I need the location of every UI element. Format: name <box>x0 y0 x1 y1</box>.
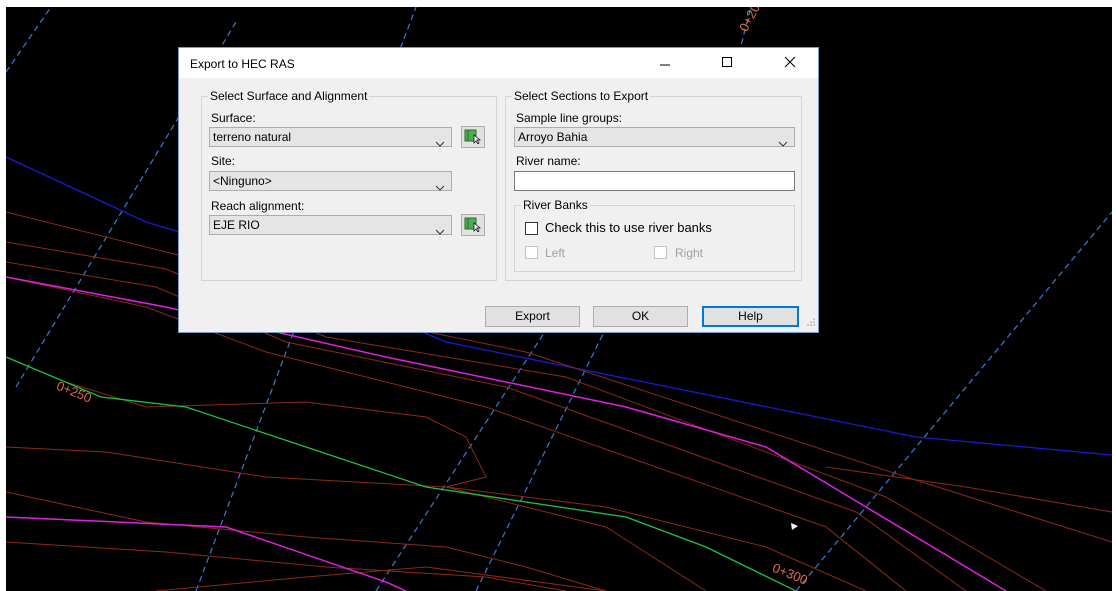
contour-line <box>6 491 607 591</box>
maximize-icon <box>721 56 733 71</box>
surface-alignment-legend: Select Surface and Alignment <box>208 89 370 103</box>
green-alignment <box>6 356 797 591</box>
export-hec-ras-dialog: Export to HEC RAS Select Surface and Ali… <box>178 47 819 333</box>
right-bank-checkbox[interactable] <box>654 246 667 259</box>
chevron-down-icon <box>778 134 788 152</box>
contour-line <box>6 446 707 591</box>
pick-alignment-button[interactable] <box>461 214 485 236</box>
chevron-down-icon <box>435 222 445 240</box>
use-river-banks-label[interactable]: Check this to use river banks <box>545 221 712 235</box>
sample-line-groups-combo[interactable]: Arroyo Bahia <box>514 127 795 147</box>
river-banks-legend: River Banks <box>521 198 590 212</box>
minimize-icon <box>659 56 671 71</box>
close-icon <box>784 56 796 71</box>
contour-line <box>825 466 1112 513</box>
surface-value: terreno natural <box>213 130 292 144</box>
river-name-label: River name: <box>516 154 581 168</box>
surface-label: Surface: <box>211 111 256 125</box>
sample-line-groups-label: Sample line groups: <box>516 111 623 125</box>
station-line <box>795 211 1112 591</box>
surface-combo[interactable]: terreno natural <box>209 127 452 147</box>
chevron-down-icon <box>435 134 445 152</box>
station-line <box>6 7 52 73</box>
reach-alignment-combo[interactable]: EJE RIO <box>209 215 452 235</box>
left-bank-label: Left <box>545 246 566 260</box>
contour-line <box>65 381 867 591</box>
reach-alignment-label: Reach alignment: <box>211 199 305 213</box>
right-bank-label: Right <box>675 246 704 260</box>
chevron-down-icon <box>435 178 445 196</box>
left-bank-checkbox[interactable] <box>525 246 538 259</box>
site-value: <Ninguno> <box>213 174 272 188</box>
export-button[interactable]: Export <box>485 306 580 327</box>
reach-alignment-value: EJE RIO <box>213 218 260 232</box>
close-button[interactable] <box>767 48 813 78</box>
maximize-button[interactable] <box>704 48 750 78</box>
pick-from-drawing-icon <box>464 128 482 147</box>
use-river-banks-checkbox[interactable] <box>525 222 538 235</box>
river-banks-group: River Banks <box>514 198 795 272</box>
small-marker <box>791 523 798 530</box>
pick-surface-button[interactable] <box>461 126 485 148</box>
minimize-button[interactable] <box>642 48 688 78</box>
contour-line <box>6 541 567 591</box>
dialog-titlebar[interactable]: Export to HEC RAS <box>179 48 818 78</box>
help-button[interactable]: Help <box>702 306 799 327</box>
site-label: Site: <box>211 154 236 168</box>
resize-grip-icon[interactable] <box>807 316 816 330</box>
site-combo[interactable]: <Ninguno> <box>209 171 452 191</box>
sample-line-groups-value: Arroyo Bahia <box>518 130 588 144</box>
sections-export-legend: Select Sections to Export <box>512 89 651 103</box>
river-name-input[interactable] <box>514 171 795 191</box>
dialog-title: Export to HEC RAS <box>190 57 295 71</box>
ok-button[interactable]: OK <box>593 306 688 327</box>
pick-from-drawing-icon <box>464 216 482 235</box>
